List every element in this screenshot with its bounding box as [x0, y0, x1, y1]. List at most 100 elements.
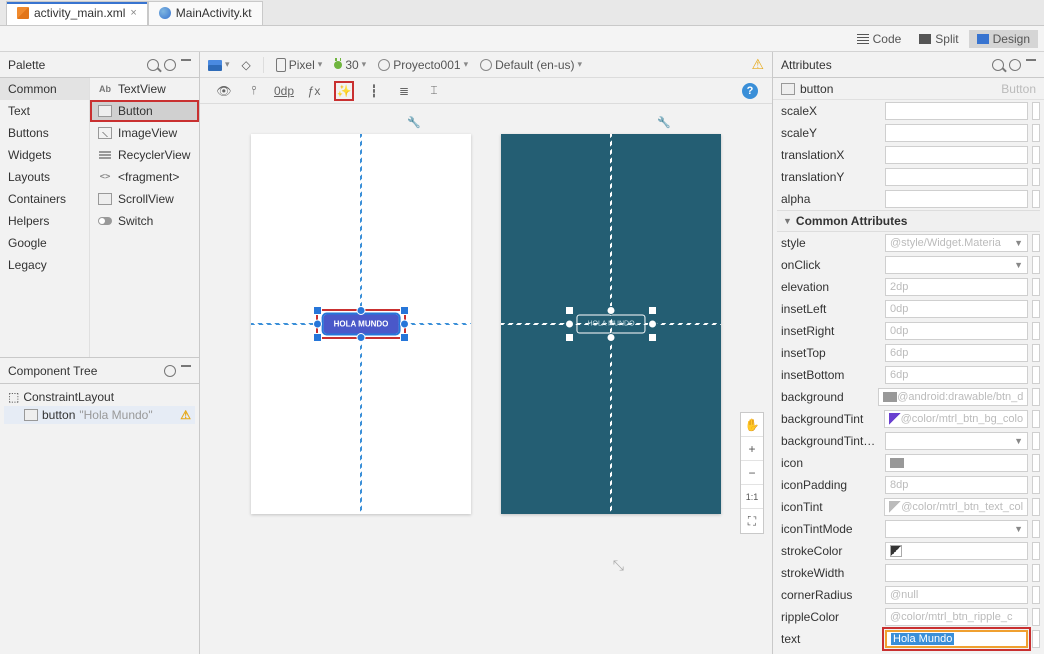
palette-cat-helpers[interactable]: Helpers	[0, 210, 89, 232]
attr-section-common[interactable]: ▼Common Attributes	[777, 210, 1040, 232]
search-icon[interactable]	[992, 59, 1004, 71]
zoom-in-button[interactable]: +	[741, 437, 763, 461]
attr-input-cornerradius[interactable]: @null	[885, 586, 1028, 604]
chevron-down-icon[interactable]: ▼	[1014, 238, 1023, 248]
infer-constraints-button[interactable]: ✨	[334, 81, 354, 101]
default-margin[interactable]: 0dp	[274, 81, 294, 101]
attr-input-scaley[interactable]	[885, 124, 1028, 142]
attr-input-insetleft[interactable]: 0dp	[885, 300, 1028, 318]
attr-input-backgroundtintmode[interactable]: ▼	[885, 432, 1028, 450]
handle[interactable]	[313, 306, 322, 315]
attr-input-strokecolor[interactable]	[885, 542, 1028, 560]
attr-input-background[interactable]: @android:drawable/btn_d	[878, 388, 1028, 406]
handle[interactable]	[313, 333, 322, 342]
handle[interactable]	[607, 306, 616, 315]
handle[interactable]	[565, 333, 574, 342]
theme-selector[interactable]: Proyecto001▾	[378, 58, 468, 72]
palette-item-scrollview[interactable]: ScrollView	[90, 188, 199, 210]
attr-input-icontint[interactable]: @color/mtrl_btn_text_col	[884, 498, 1028, 516]
handle[interactable]	[648, 333, 657, 342]
attr-input-scalex[interactable]	[885, 102, 1028, 120]
collapse-icon[interactable]	[181, 59, 191, 61]
palette-cat-layouts[interactable]: Layouts	[0, 166, 89, 188]
attr-input-onclick[interactable]: ▼	[885, 256, 1028, 274]
palette-cat-widgets[interactable]: Widgets	[0, 144, 89, 166]
gear-icon[interactable]	[1009, 59, 1021, 71]
attributes-list[interactable]: scaleX scaleY translationX translationY …	[773, 100, 1044, 654]
tab-activity-main[interactable]: activity_main.xml ×	[6, 1, 148, 25]
attr-input-strokewidth[interactable]	[885, 564, 1028, 582]
zoom-out-button[interactable]: −	[741, 461, 763, 485]
zoom-actual-button[interactable]: ⛶	[741, 509, 763, 533]
attr-input-icontintmode[interactable]: ▼	[885, 520, 1028, 538]
palette-cat-text[interactable]: Text	[0, 100, 89, 122]
view-design[interactable]: Design	[969, 30, 1038, 48]
handle[interactable]	[400, 320, 409, 329]
attr-input-iconpadding[interactable]: 8dp	[885, 476, 1028, 494]
view-split[interactable]: Split	[911, 30, 966, 48]
close-icon[interactable]: ×	[130, 7, 136, 19]
handle[interactable]	[313, 320, 322, 329]
view-code[interactable]: Code	[849, 30, 910, 48]
palette-item-switch[interactable]: Switch	[90, 210, 199, 232]
clear-constraints-button[interactable]: ƒx	[304, 81, 324, 101]
palette-item-fragment[interactable]: <><fragment>	[90, 166, 199, 188]
surface-selector[interactable]: ▾	[208, 58, 230, 72]
attr-input-text[interactable]: Hola Mundo	[885, 630, 1028, 648]
color-picker-icon[interactable]	[890, 545, 902, 557]
api-selector[interactable]: 30▾	[334, 58, 366, 72]
attr-input-ripplecolor[interactable]: @color/mtrl_btn_ripple_c	[885, 608, 1028, 626]
attr-input-elevation[interactable]: 2dp	[885, 278, 1028, 296]
search-icon[interactable]	[147, 59, 159, 71]
attr-input-icon[interactable]	[885, 454, 1028, 472]
handle[interactable]	[607, 333, 616, 342]
resize-grip-icon[interactable]: ⤡	[613, 557, 624, 574]
gear-icon[interactable]	[164, 59, 176, 71]
palette-cat-buttons[interactable]: Buttons	[0, 122, 89, 144]
tools-icon[interactable]: 🔧	[657, 116, 671, 129]
palette-cat-legacy[interactable]: Legacy	[0, 254, 89, 276]
handle[interactable]	[400, 306, 409, 315]
gear-icon[interactable]	[164, 365, 176, 377]
warning-icon[interactable]: ⚠	[751, 56, 764, 73]
handle[interactable]	[648, 320, 657, 329]
attr-input-translationx[interactable]	[885, 146, 1028, 164]
palette-item-imageview[interactable]: ImageView	[90, 122, 199, 144]
handle[interactable]	[400, 333, 409, 342]
pack-button[interactable]: ⌶	[424, 81, 444, 101]
pan-button[interactable]: ✋	[741, 413, 763, 437]
chevron-down-icon[interactable]: ▼	[1014, 524, 1023, 534]
autoconnect-button[interactable]: ⫯	[244, 81, 264, 101]
warning-icon[interactable]: ⚠	[180, 408, 191, 422]
palette-cat-common[interactable]: Common	[0, 78, 89, 100]
guidelines-button[interactable]: ┇	[364, 81, 384, 101]
palette-item-textview[interactable]: AbTextView	[90, 78, 199, 100]
orientation-button[interactable]: ◇	[242, 58, 251, 72]
chevron-down-icon[interactable]: ▼	[1014, 260, 1023, 270]
align-button[interactable]: ≣	[394, 81, 414, 101]
chevron-down-icon[interactable]: ▼	[1014, 436, 1023, 446]
attr-input-style[interactable]: @style/Widget.Materia▼	[885, 234, 1028, 252]
attr-input-backgroundtint[interactable]: @color/mtrl_btn_bg_colo	[884, 410, 1028, 428]
view-options-button[interactable]: 👁	[214, 81, 234, 101]
attr-input-insetbottom[interactable]: 6dp	[885, 366, 1028, 384]
handle[interactable]	[648, 306, 657, 315]
help-icon[interactable]: ?	[742, 83, 758, 99]
collapse-icon[interactable]	[1026, 59, 1036, 61]
palette-item-recyclerview[interactable]: RecyclerView	[90, 144, 199, 166]
device-selector[interactable]: Pixel▾	[276, 58, 323, 72]
handle[interactable]	[357, 333, 366, 342]
ctree-button[interactable]: button "Hola Mundo" ⚠	[4, 406, 195, 424]
tab-mainactivity[interactable]: MainActivity.kt	[148, 1, 263, 25]
handle[interactable]	[357, 306, 366, 315]
handle[interactable]	[565, 306, 574, 315]
tools-icon[interactable]: 🔧	[407, 116, 421, 129]
design-canvas[interactable]: 🔧 HOLA MUNDO	[200, 104, 772, 654]
palette-cat-containers[interactable]: Containers	[0, 188, 89, 210]
attr-input-insetright[interactable]: 0dp	[885, 322, 1028, 340]
zoom-fit-button[interactable]: 1:1	[741, 485, 763, 509]
palette-item-button[interactable]: Button	[90, 100, 199, 122]
attr-input-translationy[interactable]	[885, 168, 1028, 186]
attr-input-alpha[interactable]	[885, 190, 1028, 208]
collapse-icon[interactable]	[181, 365, 191, 367]
